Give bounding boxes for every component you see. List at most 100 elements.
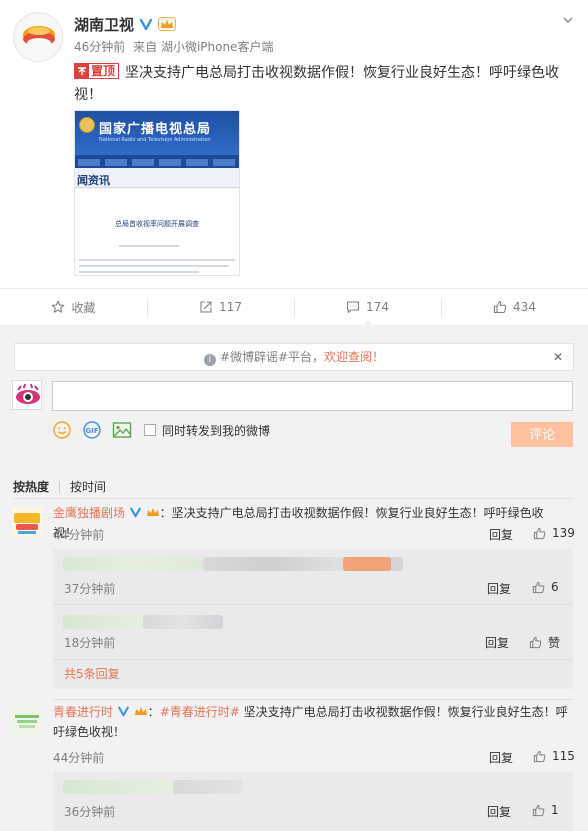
reply-time: 37分钟前 (64, 582, 116, 596)
favorite-label: 收藏 (71, 300, 96, 315)
comment-body: ：坚决支持广电总局打击收视数据作假！恢复行业良好生态！呼吁绿色收视！ (53, 506, 544, 540)
topic-link[interactable]: #青春进行时# (160, 705, 240, 719)
reply-content-blurred (143, 615, 223, 629)
comments-panel: i #微博辟谣#平台，欢迎查阅！ ✕ GIF 同时转发到我的微博 评论 按热度 按… (0, 326, 588, 831)
vip-crown-icon[interactable] (146, 507, 160, 518)
post-image[interactable]: 国家广播电视总局 National Radio and Television A… (74, 110, 240, 276)
commenter-name[interactable]: 金鹰独播剧场 (53, 506, 125, 520)
image-section-label: 闻资讯 (77, 174, 110, 187)
comment-text: 金鹰独播剧场 ：坚决支持广电总局打击收视数据作假！恢复行业良好生态！呼吁绿色收视… (53, 503, 563, 543)
reply-content-blurred (63, 780, 173, 794)
pin-icon (75, 64, 89, 78)
reply-link[interactable]: 回复 (487, 580, 511, 597)
tab-divider (59, 480, 61, 493)
post-header: 湖南卫视 46分钟前 来自 湖小微iPhone客户端 (74, 14, 273, 55)
thumbs-up-icon (533, 750, 546, 762)
emoji-icon[interactable] (52, 420, 72, 440)
notice-text[interactable]: #微博辟谣#平台， (220, 350, 324, 364)
my-avatar[interactable] (12, 380, 42, 410)
forward-label[interactable]: 同时转发到我的微博 (162, 422, 270, 439)
reply-content-blurred (63, 557, 203, 571)
image-nav-bar (75, 155, 239, 168)
favorite-button[interactable]: 收藏 (0, 289, 147, 325)
image-banner: 国家广播电视总局 National Radio and Television A… (75, 111, 239, 155)
verified-v-icon[interactable] (139, 17, 154, 31)
pinned-badge: 置顶 (74, 63, 120, 79)
image-section-header: 闻资讯 (75, 168, 239, 188)
post-time[interactable]: 46分钟前 (74, 40, 125, 54)
national-emblem-icon (79, 117, 95, 133)
more-replies-link[interactable]: 共5条回复 (64, 665, 120, 682)
comment-icon (346, 301, 360, 314)
reply-content-blurred (173, 780, 243, 794)
tab-sort-time[interactable]: 按时间 (70, 478, 106, 495)
commenter-avatar[interactable] (12, 706, 42, 736)
post-source[interactable]: 湖小微iPhone客户端 (161, 40, 274, 54)
repost-button[interactable]: 117 (147, 289, 294, 325)
thumbs-up-icon (529, 636, 542, 649)
reply-link[interactable]: 回复 (485, 634, 509, 651)
tab-sort-hot[interactable]: 按热度 (13, 478, 49, 495)
comment-like-count: 115 (552, 749, 575, 763)
reply-like-button[interactable]: 赞 (529, 634, 560, 651)
divider (53, 699, 573, 700)
author-avatar[interactable] (13, 12, 63, 62)
commenter-avatar[interactable] (12, 507, 42, 537)
reply-link[interactable]: 回复 (489, 749, 513, 766)
image-article: 总局首收视率问题开展调查 (75, 189, 239, 275)
pin-label: 置顶 (91, 64, 116, 78)
post-body: 坚决支持广电总局打击收视数据作假！恢复行业良好生态！呼吁绿色收视！ (74, 65, 560, 103)
reply-like-button[interactable]: 6 (532, 580, 559, 594)
reply-list: 36分钟前 回复 1 (53, 772, 573, 831)
eye-logo-icon (13, 381, 41, 409)
chevron-down-icon[interactable] (562, 14, 574, 26)
reply-list: 37分钟前 回复 6 18分钟前 回复 赞 共5条回复 (53, 549, 573, 689)
vip-crown-icon[interactable] (134, 706, 148, 717)
image-banner-title: 国家广播电视总局 (99, 122, 212, 137)
youth-avatar-icon (12, 706, 42, 736)
image-banner-subtitle: National Radio and Television Administra… (99, 137, 211, 143)
reply-like-label: 赞 (548, 636, 561, 650)
image-article-title: 总局首收视率问题开展调查 (115, 220, 199, 228)
commenter-name[interactable]: 青春进行时 (53, 705, 113, 719)
gif-icon[interactable]: GIF (82, 420, 102, 440)
comment-like-button[interactable]: 115 (533, 749, 575, 763)
comment-body: 坚决支持广电总局打击收视数据作假！恢复行业良好生态！呼吁绿色收视！ (53, 705, 568, 739)
submit-comment-button[interactable]: 评论 (511, 422, 573, 447)
source-prefix: 来自 (133, 40, 158, 54)
comment-button[interactable]: 174 (294, 289, 441, 326)
comment-input[interactable] (52, 381, 573, 411)
share-icon (200, 301, 212, 313)
verified-v-icon[interactable] (129, 506, 142, 518)
golden-eagle-avatar-icon (12, 507, 42, 537)
vip-badge-icon[interactable] (158, 17, 177, 31)
thumbs-up-icon (493, 300, 507, 314)
verified-v-icon[interactable] (117, 705, 130, 717)
reply-time: 18分钟前 (64, 636, 116, 650)
reply-link[interactable]: 回复 (489, 526, 513, 543)
close-icon[interactable]: ✕ (553, 344, 563, 370)
reply-like-count: 1 (551, 803, 559, 817)
reply-link[interactable]: 回复 (487, 803, 511, 820)
post-text: 置顶 坚决支持广电总局打击收视数据作假！恢复行业良好生态！呼吁绿色收视！ (74, 62, 574, 106)
divider (53, 604, 573, 605)
like-button[interactable]: 434 (441, 289, 588, 325)
like-count: 434 (513, 300, 536, 314)
notice-link[interactable]: 欢迎查阅！ (324, 350, 384, 364)
comment-count: 174 (366, 300, 389, 314)
reply-like-button[interactable]: 1 (532, 803, 559, 817)
reply-content-blurred (63, 615, 143, 629)
divider (13, 498, 574, 499)
comment-like-count: 139 (552, 526, 575, 540)
hunan-tv-logo-icon (15, 14, 62, 61)
author-name[interactable]: 湖南卫视 (74, 14, 134, 35)
sort-tabs: 按热度 按时间 (13, 478, 106, 495)
image-upload-icon[interactable] (112, 420, 132, 440)
comment-like-button[interactable]: 139 (533, 526, 575, 540)
composer-tools: GIF 同时转发到我的微博 (52, 419, 270, 441)
comment-time: 44分钟前 (53, 528, 105, 542)
reply-content-blurred (343, 557, 391, 571)
comment-time: 44分钟前 (53, 751, 105, 765)
reply-time: 36分钟前 (64, 805, 116, 819)
forward-checkbox[interactable] (144, 424, 156, 436)
